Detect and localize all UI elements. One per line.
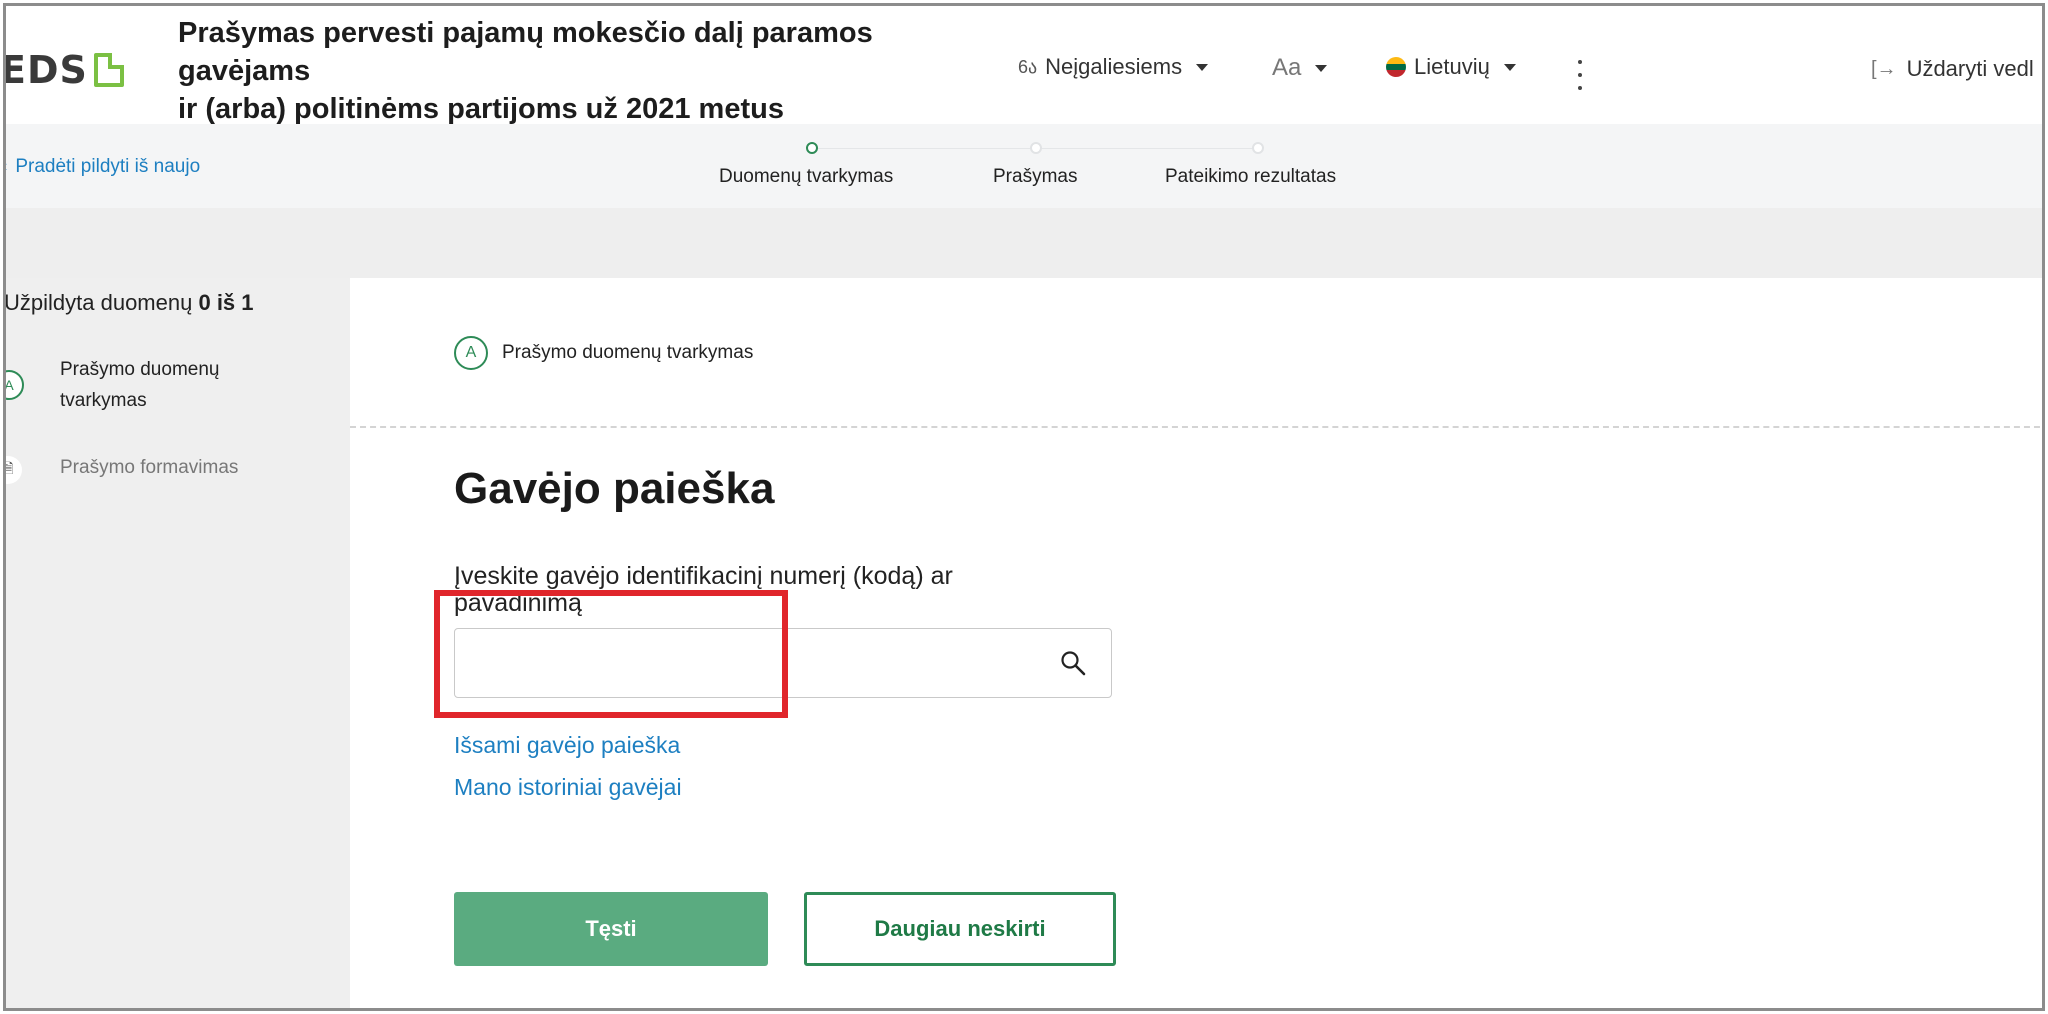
step-2-label[interactable]: Prašymas	[993, 166, 1077, 188]
close-wizard-button[interactable]: [→ Uždaryti vedl	[1871, 56, 2034, 82]
document-icon: 🗎	[6, 456, 22, 484]
progress-prefix: Užpildyta duomenų	[4, 290, 193, 315]
step-3-indicator	[1252, 142, 1264, 154]
sidebar-item-label: Prašymo formavimas	[60, 457, 239, 478]
progress-text: Užpildyta duomenų 0 iš 1	[4, 290, 254, 316]
exit-icon: [→	[1871, 57, 1897, 80]
restart-link[interactable]: ‹ Pradėti pildyti iš naujo	[6, 156, 201, 178]
caret-down-icon	[1315, 64, 1328, 72]
detailed-search-link[interactable]: Išsami gavėjo paieška	[454, 732, 680, 759]
restart-label: Pradėti pildyti iš naujo	[15, 156, 201, 177]
step-1-indicator	[806, 142, 818, 154]
more-options-icon[interactable]	[1578, 60, 1582, 90]
sidebar: Užpildyta duomenų 0 iš 1 A Prašymo duome…	[4, 278, 350, 1008]
lithuania-flag-icon	[1386, 57, 1406, 77]
progress-value: 0 iš 1	[198, 290, 254, 315]
eds-logo[interactable]: EDS	[3, 48, 124, 92]
chevron-left-icon: ‹	[6, 158, 7, 176]
font-size-menu[interactable]: Aa	[1272, 54, 1328, 82]
no-more-allocation-button[interactable]: Daugiau neskirti	[804, 892, 1116, 966]
history-recipients-link[interactable]: Mano istoriniai gavėjai	[454, 774, 682, 801]
search-icon[interactable]	[1059, 649, 1087, 677]
header: EDS Prašymas pervesti pajamų mokesčio da…	[3, 6, 2042, 125]
step-bar: ‹ Pradėti pildyti iš naujo Duomenų tvark…	[6, 124, 2042, 208]
language-label: Lietuvių	[1414, 54, 1490, 79]
sidebar-item-label: Prašymo duomenų tvarkymas	[60, 359, 220, 411]
language-menu[interactable]: Lietuvių	[1386, 54, 1516, 80]
accessibility-menu[interactable]: 6ა Neįgaliesiems	[1018, 54, 1209, 80]
caret-down-icon	[1196, 63, 1209, 71]
step-1-label[interactable]: Duomenų tvarkymas	[719, 166, 893, 188]
accessibility-label: Neįgaliesiems	[1045, 54, 1183, 79]
highlight-box	[434, 590, 788, 718]
gray-band	[6, 208, 2042, 278]
section-a-badge: A	[454, 336, 488, 370]
step-2-indicator	[1030, 142, 1042, 154]
close-label: Uždaryti vedl	[1906, 56, 2034, 81]
page-title: Prašymas pervesti pajamų mokesčio dalį p…	[178, 14, 938, 128]
step-a-badge: A	[6, 370, 24, 400]
section-divider	[350, 426, 2042, 428]
section-label: Prašymo duomenų tvarkymas	[502, 342, 754, 363]
title-line-3: ir (arba) politinėms partijoms už 2021 m…	[178, 93, 784, 125]
font-size-label: Aa	[1272, 54, 1302, 81]
continue-button[interactable]: Tęsti	[454, 892, 768, 966]
title-line-2: gavėjams	[178, 55, 311, 87]
page-heading: Gavėjo paieška	[454, 464, 775, 513]
logo-text: EDS	[3, 48, 88, 92]
caret-down-icon	[1503, 63, 1516, 71]
step-3-label[interactable]: Pateikimo rezultatas	[1165, 166, 1336, 188]
logo-document-icon	[93, 53, 124, 87]
title-line-1: Prašymas pervesti pajamų mokesčio dalį p…	[178, 17, 873, 49]
app-window: EDS Prašymas pervesti pajamų mokesčio da…	[3, 3, 2045, 1011]
section-header: A Prašymo duomenų tvarkymas	[454, 336, 753, 370]
glasses-icon: 6ა	[1018, 56, 1038, 77]
